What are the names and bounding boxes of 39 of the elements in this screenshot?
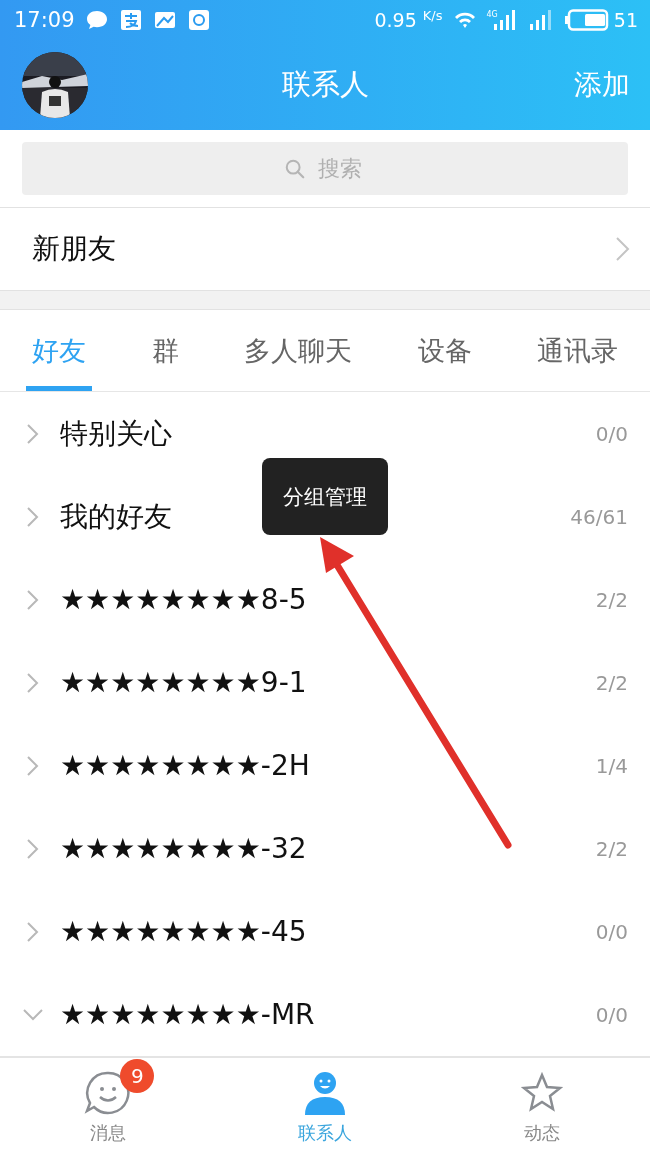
- group-count: 1/4: [595, 753, 628, 778]
- status-time: 17:09: [14, 8, 75, 32]
- network-speed: 0.95 $^{K/s}$: [374, 8, 443, 32]
- group-count: 0/0: [595, 421, 628, 446]
- group-name: ★★★★★★★★-MR: [60, 998, 315, 1032]
- new-friends-label: 新朋友: [32, 230, 116, 267]
- chevron-right-icon: [614, 235, 630, 262]
- tab[interactable]: 通讯录: [531, 309, 624, 392]
- payment-app-icon: [118, 8, 143, 32]
- nav-tab[interactable]: 动态: [433, 1058, 650, 1155]
- group-count: 2/2: [595, 836, 628, 861]
- group-name: ★★★★★★★★-2H: [60, 749, 310, 783]
- tab[interactable]: 群: [145, 309, 185, 392]
- page-title: 联系人: [281, 66, 369, 103]
- group-name: 特别关心: [60, 415, 172, 452]
- app-notification-icon: [186, 8, 211, 32]
- group-name: 我的好友: [60, 498, 172, 535]
- group-count: 2/2: [595, 670, 628, 695]
- battery-percent: 51: [613, 9, 638, 31]
- network-type: 4G: [486, 10, 498, 19]
- nav-tab[interactable]: 9 消息: [0, 1058, 217, 1155]
- signal-icon: [527, 10, 554, 30]
- new-friends-row[interactable]: 新朋友: [0, 208, 650, 291]
- group-name: ★★★★★★★★9-1: [60, 666, 307, 700]
- group-name: ★★★★★★★★8-5: [60, 583, 307, 617]
- search-icon: [284, 158, 306, 180]
- battery-icon: [563, 9, 610, 31]
- tab[interactable]: 设备: [411, 309, 478, 392]
- group-count: 0/0: [595, 1002, 628, 1027]
- unread-badge: 9: [120, 1058, 155, 1093]
- tab[interactable]: 多人聊天: [238, 309, 358, 392]
- tooltip[interactable]: 分组管理: [262, 458, 388, 535]
- group-count: 0/0: [595, 919, 628, 944]
- group-name: ★★★★★★★★-32: [60, 832, 307, 866]
- group-count: 46/61: [570, 504, 628, 529]
- group-count: 2/2: [595, 587, 628, 612]
- search-field[interactable]: 搜索: [22, 142, 628, 195]
- chat-bubble-icon: [84, 8, 109, 32]
- group-name: ★★★★★★★★-45: [60, 915, 307, 949]
